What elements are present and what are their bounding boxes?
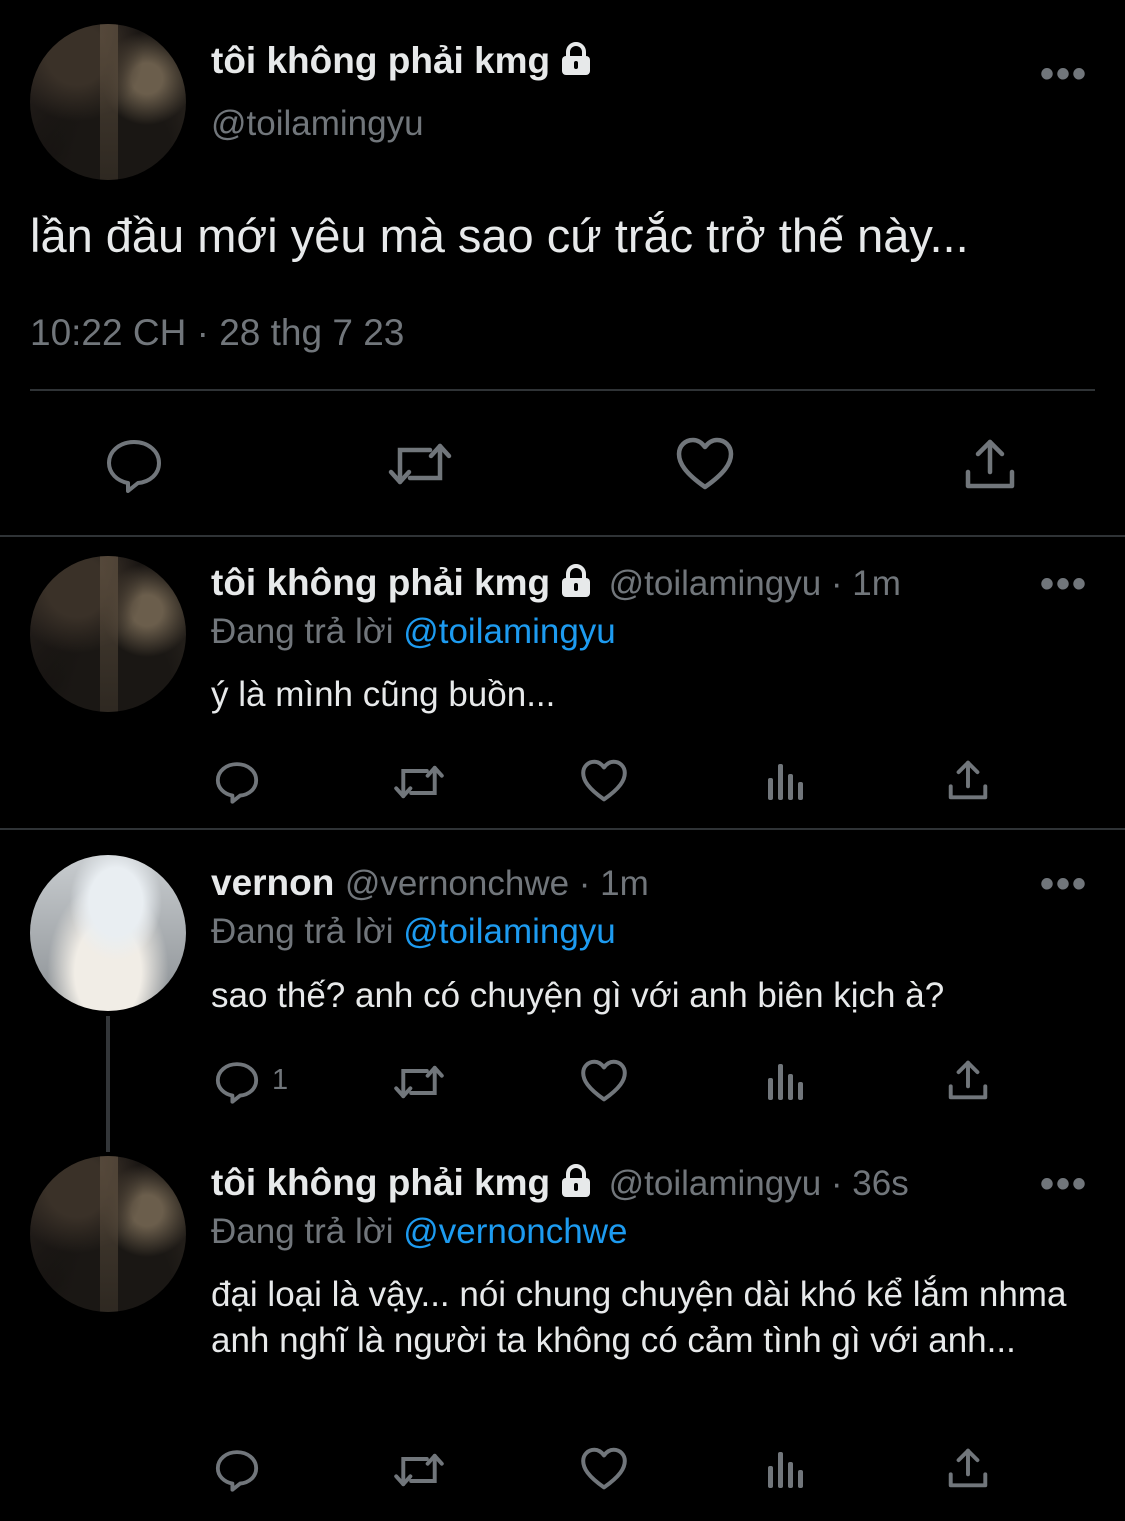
tweet-text: lần đầu mới yêu mà sao cứ trắc trở thế n… bbox=[30, 209, 969, 262]
views-icon[interactable] bbox=[766, 1448, 806, 1490]
handle-meta[interactable]: @vernonchwe · 1m bbox=[345, 864, 649, 903]
display-name[interactable]: tôi không phải kmg bbox=[211, 40, 594, 85]
avatar[interactable] bbox=[30, 556, 186, 712]
thread-line bbox=[106, 1016, 110, 1152]
views-icon[interactable] bbox=[766, 760, 806, 802]
display-name[interactable]: tôi không phải kmg bbox=[211, 1162, 550, 1203]
avatar[interactable] bbox=[30, 1156, 186, 1312]
share-icon[interactable] bbox=[946, 1446, 990, 1490]
more-icon[interactable]: ••• bbox=[1040, 562, 1088, 607]
like-icon[interactable] bbox=[580, 1058, 628, 1104]
mention-link[interactable]: @toilamingyu bbox=[403, 612, 616, 651]
retweet-icon[interactable] bbox=[392, 1448, 446, 1492]
replying-to-label: Đang trả lời bbox=[211, 912, 394, 951]
share-icon[interactable] bbox=[962, 436, 1018, 492]
display-name[interactable]: tôi không phải kmg bbox=[211, 562, 550, 603]
lock-icon bbox=[558, 1164, 594, 1203]
display-name-text: tôi không phải kmg bbox=[211, 40, 551, 81]
share-icon[interactable] bbox=[946, 758, 990, 802]
like-icon[interactable] bbox=[580, 758, 628, 804]
display-name[interactable]: vernon bbox=[211, 862, 334, 903]
like-icon[interactable] bbox=[675, 436, 735, 492]
reply-header: tôi không phải kmg @toilamingyu · 36s bbox=[211, 1162, 909, 1204]
retweet-icon[interactable] bbox=[386, 436, 454, 492]
avatar[interactable] bbox=[30, 24, 186, 180]
divider bbox=[0, 828, 1125, 830]
more-icon[interactable]: ••• bbox=[1040, 862, 1088, 907]
lock-icon bbox=[558, 42, 594, 85]
mention-link[interactable]: @toilamingyu bbox=[403, 912, 616, 951]
lock-icon bbox=[558, 564, 594, 603]
reply-header: vernon @vernonchwe · 1m bbox=[211, 862, 649, 904]
reply-icon[interactable] bbox=[214, 758, 260, 804]
mention-link[interactable]: @vernonchwe bbox=[403, 1212, 627, 1251]
replying-to-label: Đang trả lời bbox=[211, 1212, 394, 1251]
reply-count: 1 bbox=[272, 1064, 289, 1096]
views-icon[interactable] bbox=[766, 1060, 806, 1102]
reply-icon[interactable] bbox=[214, 1446, 260, 1492]
handle-meta[interactable]: @toilamingyu · 1m bbox=[609, 564, 901, 603]
retweet-icon[interactable] bbox=[392, 760, 446, 804]
tweet-text: đại loại là vậy... nói chung chuyện dài … bbox=[211, 1275, 1067, 1360]
tweet-text: ý là mình cũng buồn... bbox=[211, 675, 556, 714]
divider bbox=[0, 535, 1125, 537]
timestamp[interactable]: 10:22 CH · 28 thg 7 23 bbox=[30, 312, 404, 354]
divider bbox=[30, 389, 1095, 391]
more-icon[interactable]: ••• bbox=[1040, 1162, 1088, 1207]
avatar[interactable] bbox=[30, 855, 186, 1011]
handle[interactable]: @toilamingyu bbox=[211, 104, 424, 144]
replying-to: Đang trả lời @toilamingyu bbox=[211, 612, 616, 652]
handle-meta[interactable]: @toilamingyu · 36s bbox=[609, 1164, 909, 1203]
share-icon[interactable] bbox=[946, 1058, 990, 1102]
replying-to: Đang trả lời @vernonchwe bbox=[211, 1212, 627, 1252]
more-icon[interactable]: ••• bbox=[1040, 52, 1088, 97]
like-icon[interactable] bbox=[580, 1446, 628, 1492]
reply-header: tôi không phải kmg @toilamingyu · 1m bbox=[211, 562, 901, 604]
reply-icon[interactable] bbox=[214, 1058, 260, 1104]
retweet-icon[interactable] bbox=[392, 1060, 446, 1104]
replying-to: Đang trả lời @toilamingyu bbox=[211, 912, 616, 952]
replying-to-label: Đang trả lời bbox=[211, 612, 394, 651]
tweet-text: sao thế? anh có chuyện gì với anh biên k… bbox=[211, 976, 945, 1015]
reply-icon[interactable] bbox=[104, 434, 164, 494]
